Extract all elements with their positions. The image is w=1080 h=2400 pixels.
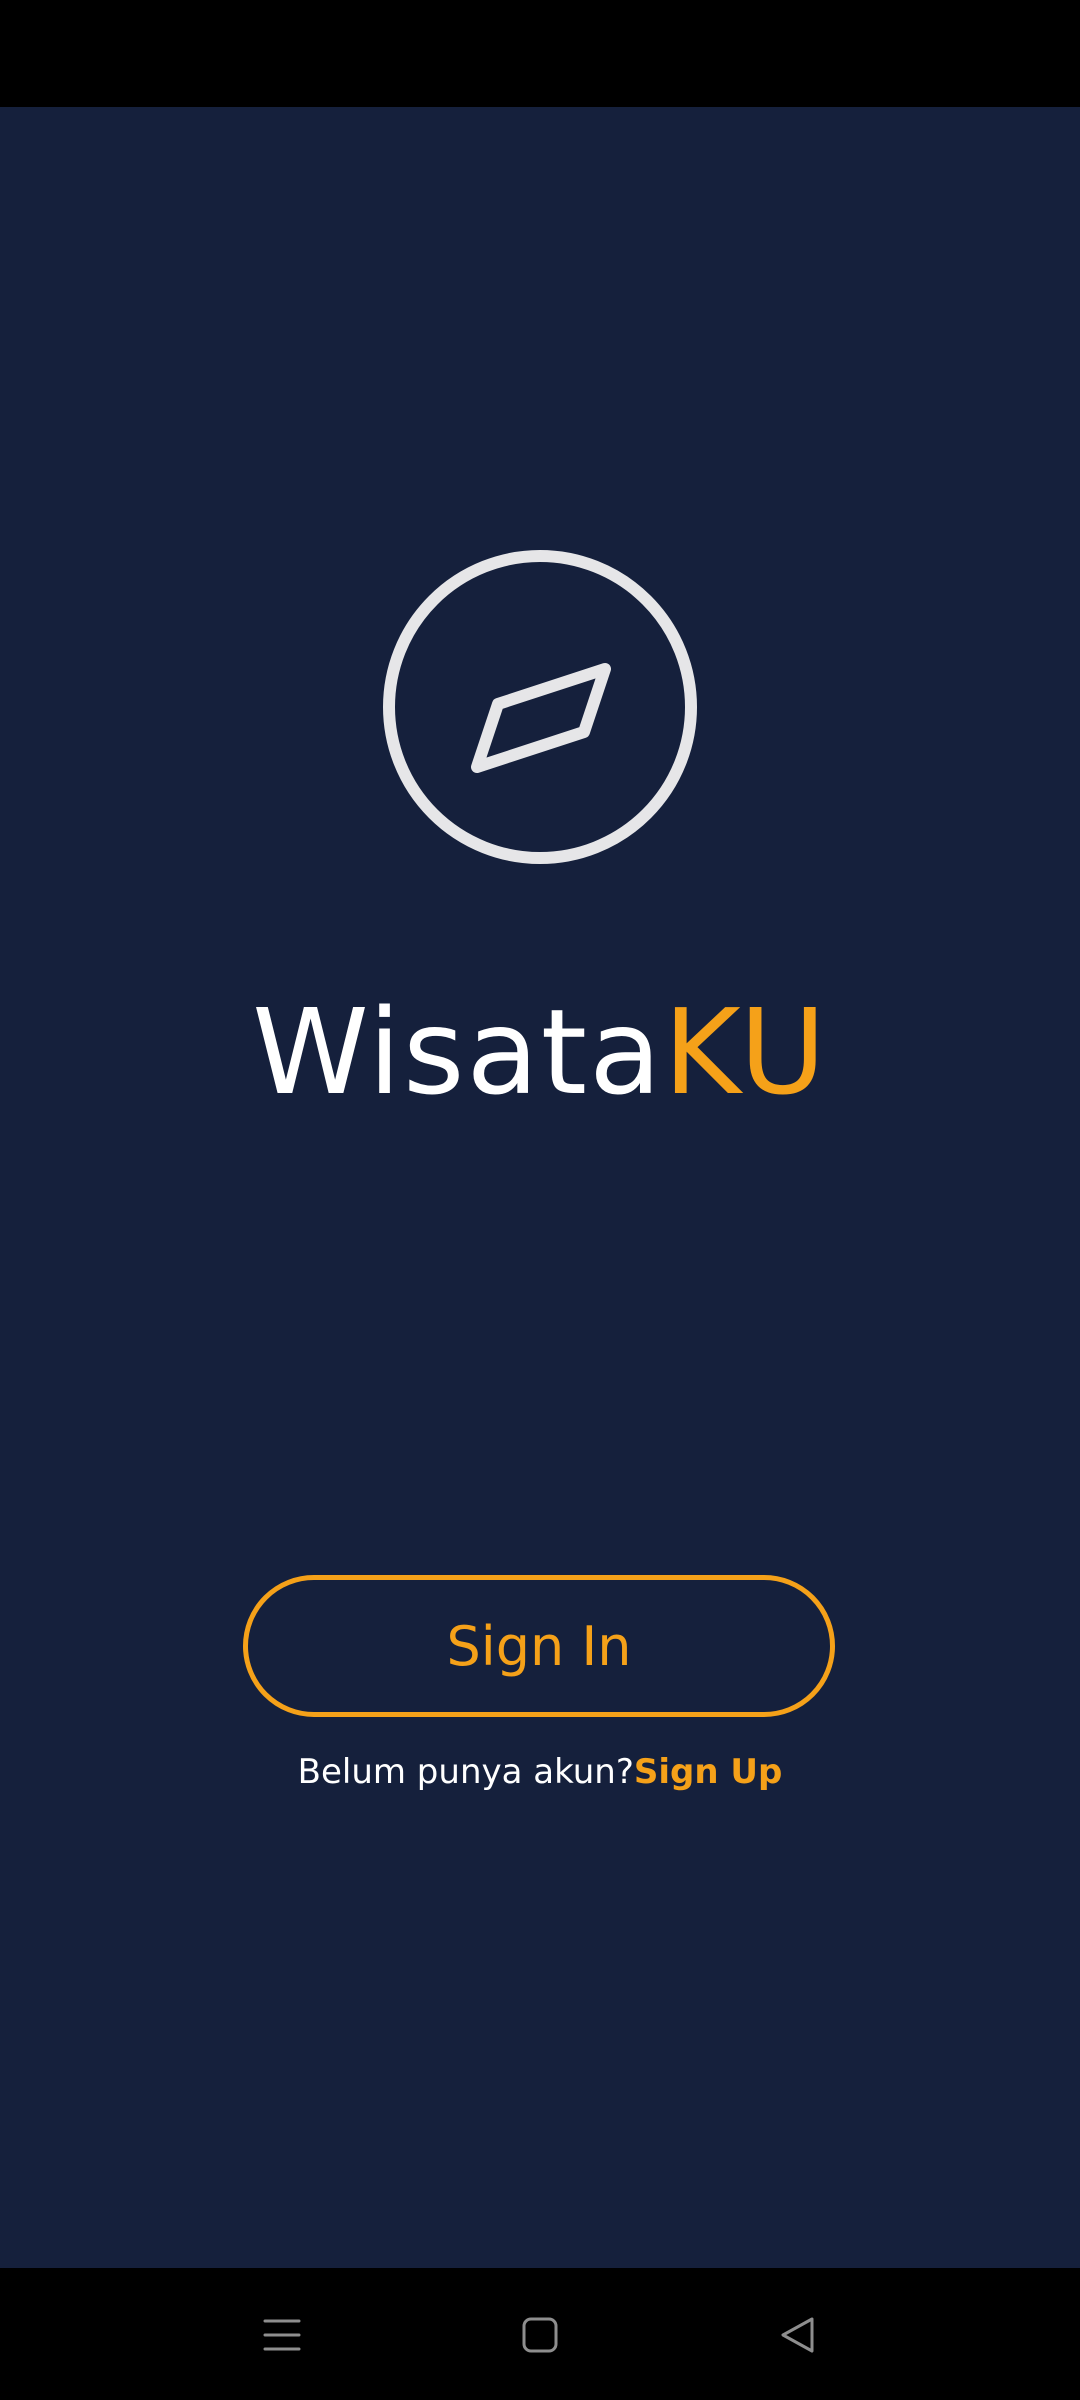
back-icon[interactable] (763, 2300, 833, 2370)
welcome-screen: WisataKU Sign In Belum punya akun?Sign U… (0, 107, 1080, 2268)
status-bar (0, 0, 1080, 107)
system-navigation-bar (0, 2268, 1080, 2400)
home-icon[interactable] (505, 2300, 575, 2370)
app-title: WisataKU (0, 982, 1080, 1122)
sign-in-label: Sign In (446, 1614, 632, 1678)
signup-prompt-row: Belum punya akun?Sign Up (0, 1747, 1080, 1797)
app-title-accent: KU (663, 983, 828, 1121)
sign-in-button[interactable]: Sign In (243, 1575, 835, 1717)
sign-up-link[interactable]: Sign Up (634, 1752, 782, 1792)
compass-icon (380, 547, 700, 867)
menu-icon[interactable] (247, 2300, 317, 2370)
signup-prompt-text: Belum punya akun? (297, 1752, 634, 1792)
app-title-main: Wisata (252, 983, 664, 1121)
